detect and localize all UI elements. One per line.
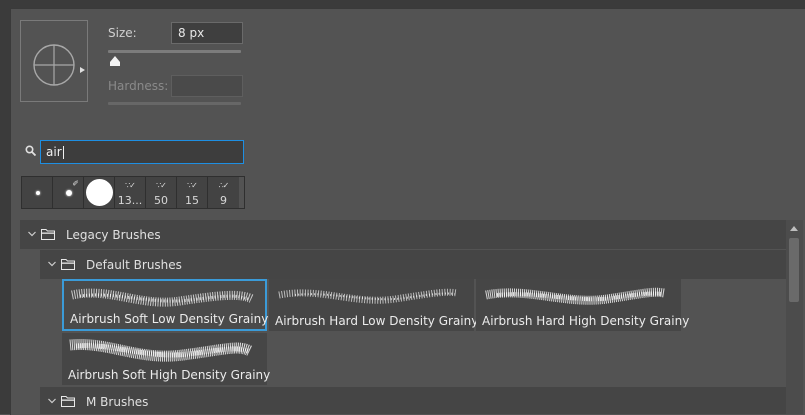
spray-brush-icon: ∵✓ <box>125 181 136 190</box>
scrollbar-thumb[interactable] <box>789 238 799 302</box>
recent-brush-5[interactable]: ∵✓ 50 <box>146 177 177 208</box>
hardness-label: Hardness: <box>108 79 169 93</box>
brush-search-input[interactable]: air <box>40 140 244 164</box>
brush-size-number: 50 <box>154 194 168 207</box>
size-field[interactable]: 8 px <box>171 22 243 44</box>
spray-brush-icon: ∵✓ <box>187 181 198 190</box>
brush-stroke-preview <box>485 287 665 305</box>
spray-brush-icon: ∴✓ <box>218 181 230 190</box>
chevron-down-icon[interactable] <box>28 230 36 238</box>
group-label: Default Brushes <box>86 258 182 272</box>
brush-preset-list: Legacy Brushes Default Brushes Airbrush … <box>20 220 803 414</box>
brush-preset-tile[interactable]: Airbrush Hard Low Density Grainy <box>269 279 478 331</box>
group-label: Legacy Brushes <box>66 228 161 242</box>
chevron-down-icon[interactable] <box>48 397 56 405</box>
recent-brush-2[interactable]: ✐ <box>53 177 84 208</box>
brush-stroke-preview <box>71 288 255 307</box>
window-top-edge <box>0 0 805 8</box>
brush-stroke-preview <box>69 338 253 362</box>
flyout-arrow-icon[interactable] <box>80 67 85 73</box>
hardness-slider-track <box>108 102 241 105</box>
size-slider-handle[interactable] <box>110 56 120 66</box>
brush-size-number: 9 <box>220 194 227 207</box>
size-label: Size: <box>108 26 137 40</box>
soft-round-brush-icon <box>66 190 72 196</box>
hard-round-large-brush-icon <box>86 179 113 206</box>
brush-preset-name: Airbrush Hard High Density Grainy <box>482 314 690 328</box>
brush-preset-tile[interactable]: Airbrush Soft High Density Grainy <box>62 333 271 385</box>
size-slider-track[interactable] <box>108 50 241 53</box>
recent-brush-4[interactable]: ∵✓ 13... <box>115 177 146 208</box>
brush-size-number: 15 <box>185 194 199 207</box>
brush-stroke-preview <box>278 288 458 304</box>
scroll-up-icon[interactable] <box>790 226 798 231</box>
folder-icon <box>41 229 55 240</box>
brush-preset-name: Airbrush Hard Low Density Grainy <box>275 314 479 328</box>
list-scrollbar[interactable] <box>786 220 803 414</box>
group-label: M Brushes <box>86 395 149 409</box>
spray-brush-icon: ∵✓ <box>156 181 167 190</box>
recent-brushes-bar: ✐ ∵✓ 13... ∵✓ 50 ∵✓ 15 ∴✓ 9 <box>21 176 245 209</box>
chevron-down-icon[interactable] <box>48 260 56 268</box>
text-caret <box>62 146 64 159</box>
group-default-brushes[interactable]: Default Brushes <box>40 250 786 279</box>
recent-brush-7[interactable]: ∴✓ 9 <box>208 177 239 208</box>
recent-brush-1[interactable] <box>22 177 53 208</box>
window-left-edge <box>0 0 10 414</box>
search-icon <box>25 145 36 156</box>
brush-size-number: 13... <box>117 194 143 207</box>
crosshair-brush-icon <box>33 44 75 86</box>
hardness-field <box>171 75 243 97</box>
folder-icon <box>61 396 75 407</box>
brush-preset-name: Airbrush Soft High Density Grainy <box>68 368 271 382</box>
pressure-icon: ✐ <box>72 179 79 188</box>
brush-preset-tile[interactable]: Airbrush Soft Low Density Grainy <box>62 279 269 331</box>
group-m-brushes[interactable]: M Brushes <box>40 387 786 414</box>
brush-tip-preview[interactable] <box>20 20 88 102</box>
group-legacy-brushes[interactable]: Legacy Brushes <box>20 220 786 249</box>
brush-preset-name: Airbrush Soft Low Density Grainy <box>70 312 269 326</box>
brush-preset-tile[interactable]: Airbrush Hard High Density Grainy <box>476 279 689 331</box>
recent-brush-3[interactable] <box>84 177 115 208</box>
soft-round-small-brush-icon <box>36 191 40 195</box>
folder-icon <box>61 259 75 270</box>
search-text: air <box>46 145 62 159</box>
recent-brush-6[interactable]: ∵✓ 15 <box>177 177 208 208</box>
